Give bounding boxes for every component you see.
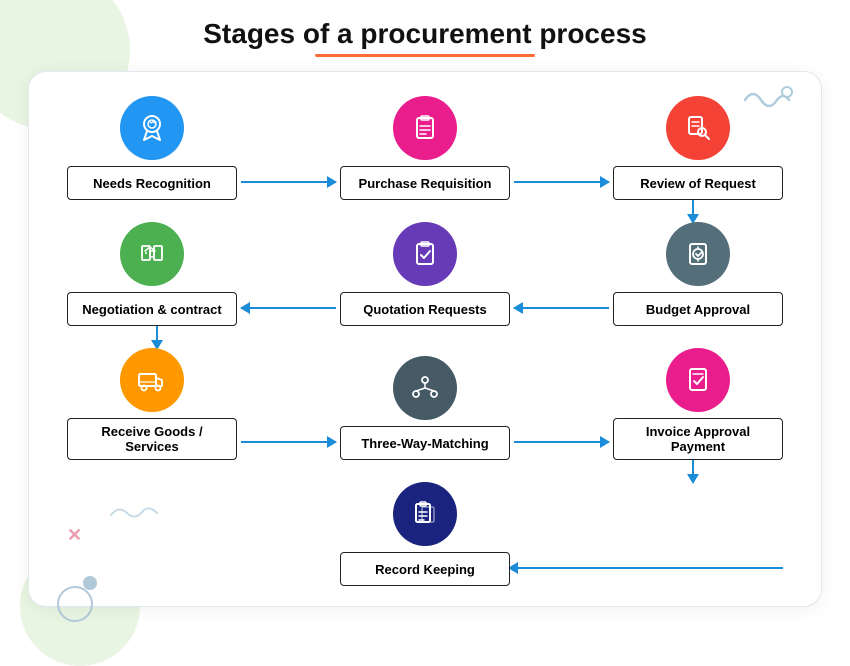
spacer-row-3 [57,460,793,482]
node-receive-goods: Receive Goods / Services [67,348,237,460]
review-of-request-icon [666,96,730,160]
record-keeping-label: Record Keeping [340,552,510,586]
arrow-8-9 [510,441,613,443]
receive-goods-icon [120,348,184,412]
flow-row-2: Negotiation & contract [57,222,793,326]
negotiation-contract-label: Negotiation & contract [67,292,237,326]
spacer-row-1 [57,200,793,222]
node-purchase-requisition: Purchase Requisition [340,96,510,200]
review-of-request-label: Review of Request [613,166,783,200]
quotation-requests-label: Quotation Requests [340,292,510,326]
vert-arrow-left-down [151,326,163,350]
arrow-5-4 [237,307,340,309]
invoice-approval-label: Invoice Approval Payment [613,418,783,460]
negotiation-icon [120,222,184,286]
node-quotation-requests: Quotation Requests [340,222,510,326]
node-record-keeping: Record Keeping [340,482,510,586]
vert-arrow-right-down-2 [687,460,699,484]
flow-row-1: Needs Recognition [57,96,793,200]
arrow-7-8 [237,441,340,443]
needs-recognition-label: Needs Recognition [67,166,237,200]
record-keeping-line [509,567,783,569]
spacer-row-2 [57,326,793,348]
diagram-card: ✕ [28,71,822,607]
node-needs-recognition: Needs Recognition [67,96,237,200]
flow-row-3: Receive Goods / Services [57,348,793,460]
three-way-matching-icon [393,356,457,420]
flow-grid: Needs Recognition [57,96,793,586]
needs-recognition-icon [120,96,184,160]
quotation-requests-icon [393,222,457,286]
invoice-approval-icon [666,348,730,412]
three-way-matching-label: Three-Way-Matching [340,426,510,460]
title-underline [315,54,535,57]
purchase-requisition-label: Purchase Requisition [340,166,510,200]
node-negotiation-contract: Negotiation & contract [67,222,237,326]
node-review-of-request: Review of Request [613,96,783,200]
page-title: Stages of a procurement process [28,18,822,50]
budget-approval-label: Budget Approval [613,292,783,326]
node-three-way-matching: Three-Way-Matching [340,356,510,460]
record-keeping-icon [393,482,457,546]
arrow-2-3 [510,181,613,183]
node-invoice-approval: Invoice Approval Payment [613,348,783,460]
purchase-requisition-icon [393,96,457,160]
receive-goods-label: Receive Goods / Services [67,418,237,460]
vert-arrow-right-down [687,200,699,224]
node-budget-approval: Budget Approval [613,222,783,326]
budget-approval-icon [666,222,730,286]
flow-row-4: Record Keeping [57,482,793,586]
arrow-1-2 [237,181,340,183]
arrow-6-5 [510,307,613,309]
